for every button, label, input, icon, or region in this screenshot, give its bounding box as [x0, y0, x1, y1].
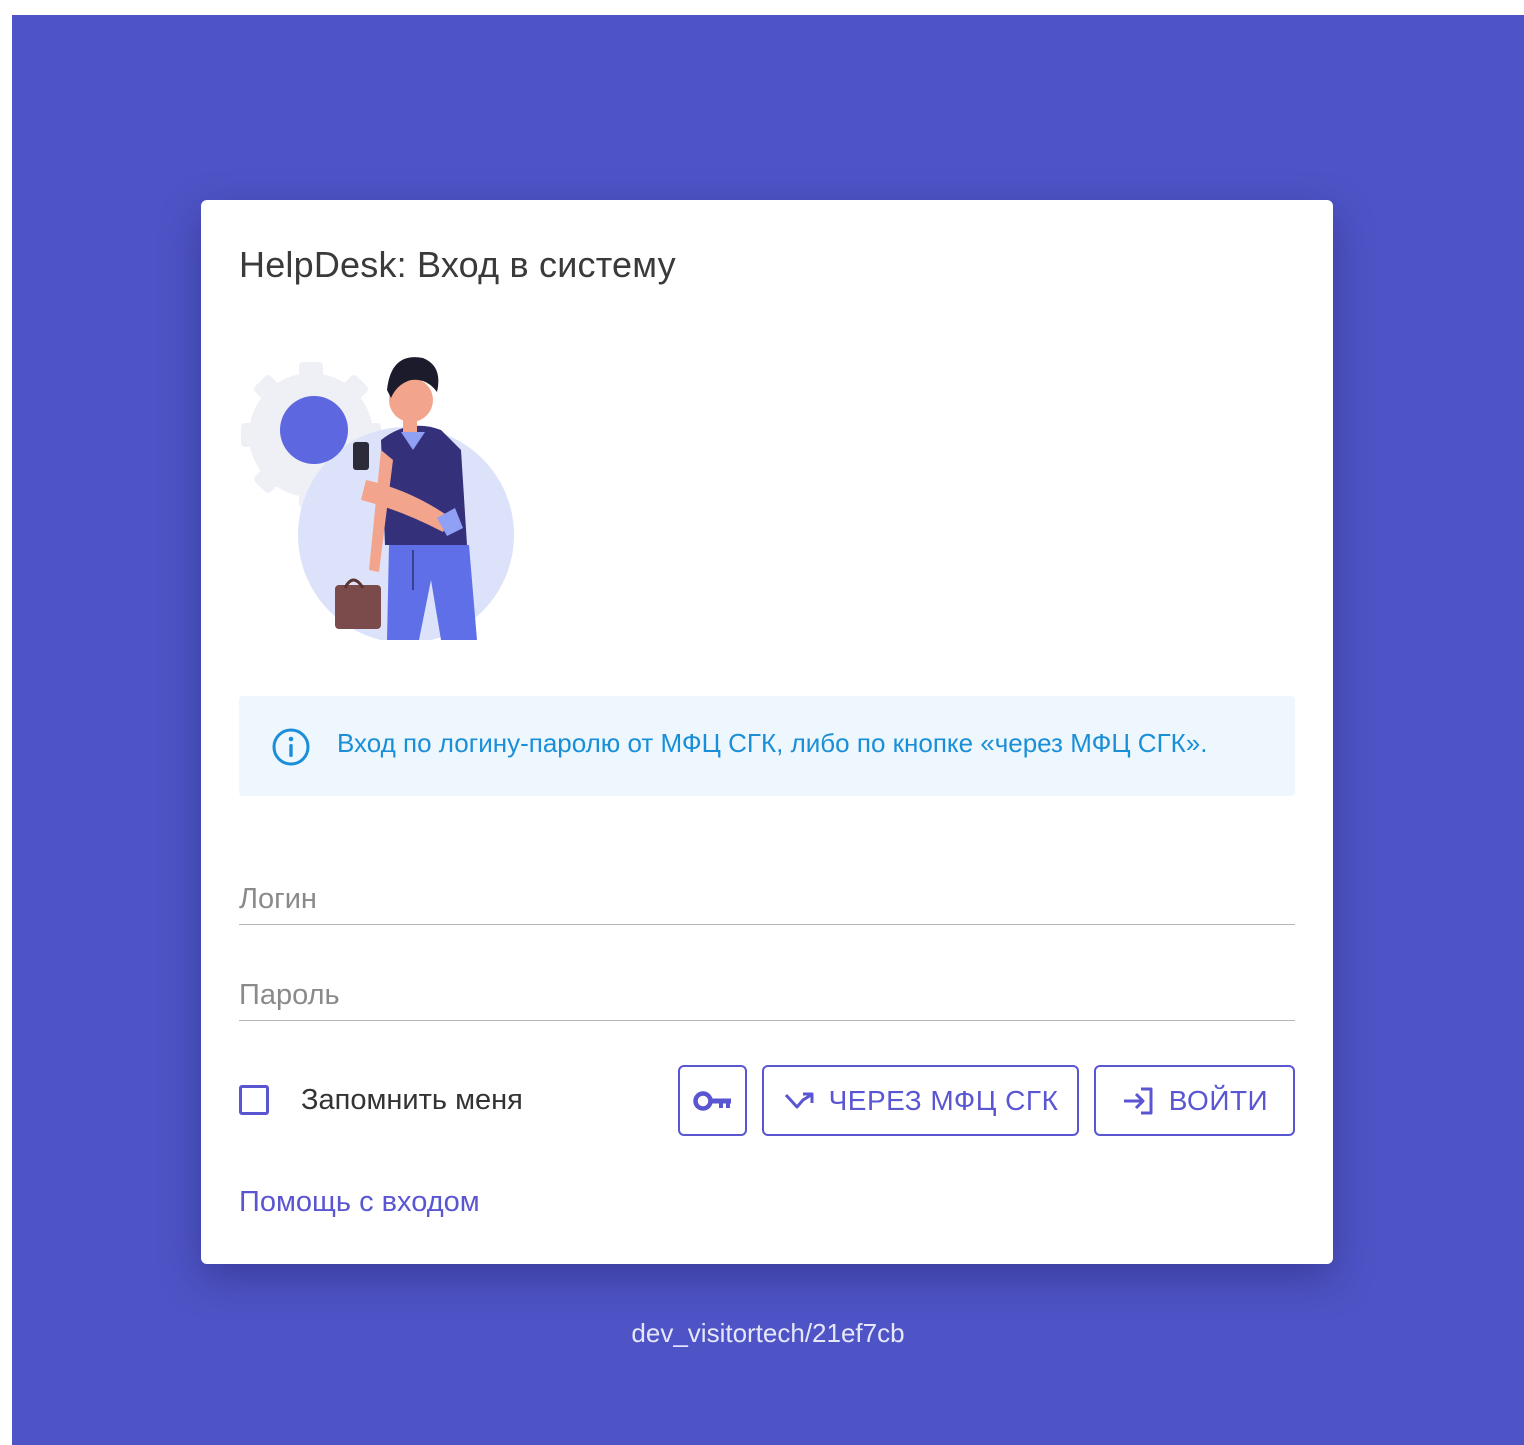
remember-me-control[interactable]: Запомнить меня — [239, 1080, 523, 1120]
mfc-login-label: ЧЕРЕЗ МФЦ СГК — [828, 1084, 1059, 1116]
key-icon — [692, 1090, 731, 1111]
login-button-label: ВОЙТИ — [1168, 1084, 1269, 1116]
sign-in-icon — [1123, 1087, 1153, 1114]
login-input[interactable] — [239, 874, 1295, 925]
remember-me-checkbox[interactable] — [239, 1085, 269, 1115]
person-illustration — [241, 357, 514, 640]
password-input[interactable] — [239, 970, 1295, 1021]
help-login-link[interactable]: Помощь с входом — [239, 1186, 480, 1219]
login-button[interactable]: ВОЙТИ — [1094, 1065, 1295, 1136]
page-background: HelpDesk: Вход в систему Вход по логину-… — [12, 15, 1524, 1445]
arrow-swap-icon — [784, 1092, 814, 1108]
remember-me-label: Запомнить меня — [301, 1083, 523, 1116]
info-icon — [272, 728, 310, 766]
version-footer: dev_visitortech/21ef7cb — [631, 1318, 905, 1348]
info-banner: Вход по логину-паролю от МФЦ СГК, либо п… — [239, 696, 1295, 796]
login-card: HelpDesk: Вход в систему Вход по логину-… — [201, 200, 1333, 1264]
info-text: Вход по логину-паролю от МФЦ СГК, либо п… — [337, 728, 1208, 758]
page-title: HelpDesk: Вход в систему — [239, 244, 676, 285]
mfc-login-button[interactable]: ЧЕРЕЗ МФЦ СГК — [762, 1065, 1079, 1136]
key-login-button[interactable] — [678, 1065, 747, 1136]
